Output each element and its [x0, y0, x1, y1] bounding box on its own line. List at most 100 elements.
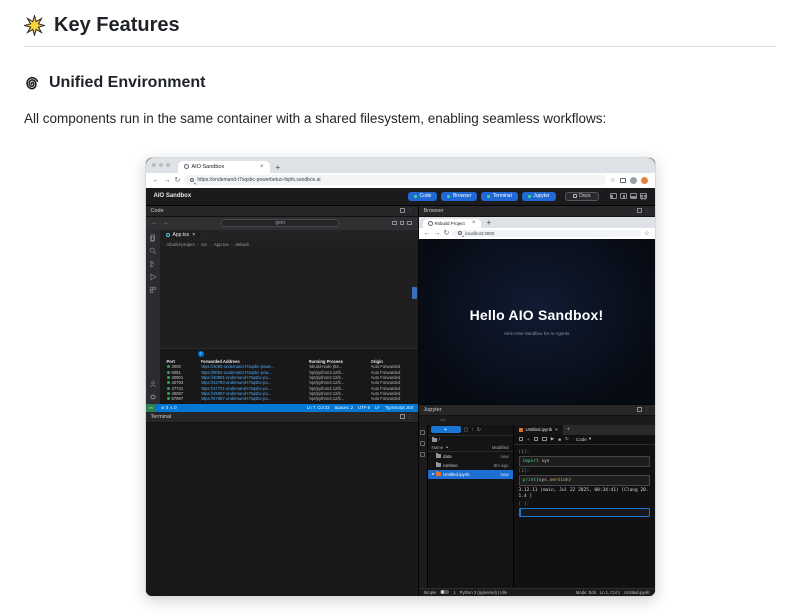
- code-editor[interactable]: [160, 249, 418, 348]
- layout-right-icon[interactable]: [620, 193, 627, 199]
- more-icon[interactable]: ⋮: [408, 208, 413, 214]
- notebook-new-tab-icon[interactable]: +: [563, 425, 575, 435]
- status-item[interactable]: UTF-8: [358, 405, 370, 410]
- status-item[interactable]: Ln 7, Col 23: [307, 405, 330, 410]
- kernel-status[interactable]: Python 3 (ipykernel) | Idle: [460, 590, 507, 595]
- forwarded-address-link[interactable]: https://49087-ondemand-t7sqsbc-po...: [201, 391, 309, 396]
- more-icon[interactable]: ⋮: [645, 407, 650, 413]
- search-icon[interactable]: [149, 247, 157, 255]
- new-tab-button[interactable]: +: [276, 163, 281, 173]
- port-row[interactable]: 3000 https://3000-ondemand-t7sqsbc-powe.…: [167, 364, 411, 369]
- cut-icon[interactable]: [534, 437, 539, 442]
- port-row[interactable]: 49087 https://49087-ondemand-t7sqsbc-po.…: [167, 391, 411, 396]
- source-control-icon[interactable]: [149, 260, 157, 268]
- add-cell-icon[interactable]: +: [527, 437, 530, 442]
- toggle-sidebar-icon[interactable]: [400, 221, 405, 226]
- breadcrumb-item[interactable]: default: [229, 242, 249, 247]
- running-kernels-tab-icon[interactable]: [420, 441, 425, 446]
- app-nav-button[interactable]: Browser: [441, 192, 477, 201]
- notebook-tab-close-icon[interactable]: ×: [555, 427, 558, 432]
- preview-tab-close-icon[interactable]: ×: [472, 220, 476, 226]
- forwarded-address-link[interactable]: https://57987-ondemand-t7sqsbc-po...: [201, 396, 309, 401]
- account-icon[interactable]: [149, 380, 157, 388]
- modified-column-header[interactable]: Modified: [492, 445, 509, 450]
- breadcrumb[interactable]: rsbuild-projectsrcApp.tsxdefault: [160, 241, 418, 249]
- nav-back-icon[interactable]: ←: [152, 220, 158, 226]
- command-center-search[interactable]: gem: [221, 219, 339, 227]
- toggle-layout-icon[interactable]: [407, 221, 412, 226]
- docs-button[interactable]: Docs: [565, 192, 599, 201]
- table-of-contents-tab-icon[interactable]: [420, 452, 425, 457]
- app-nav-button[interactable]: Code: [408, 192, 437, 201]
- app-nav-button[interactable]: Jupyter: [522, 192, 556, 201]
- terminal-output[interactable]: [146, 423, 418, 596]
- restart-kernel-icon[interactable]: ↻: [565, 436, 569, 442]
- save-icon[interactable]: [519, 437, 524, 442]
- port-row[interactable]: 40901 https://40901-ondemand-t7sqsbc-po.…: [167, 375, 411, 380]
- window-controls[interactable]: [152, 158, 170, 173]
- layout-left-icon[interactable]: [610, 193, 617, 199]
- preview-forward-icon[interactable]: →: [434, 230, 441, 237]
- forwarded-address-link[interactable]: https://47721-ondemand-t7sqsbc-po...: [201, 386, 309, 391]
- preview-address-bar[interactable]: localhost:3000: [452, 230, 641, 237]
- cursor-position-status[interactable]: Ln 1, Col 1: [600, 590, 620, 595]
- forward-icon[interactable]: →: [164, 177, 171, 184]
- upload-icon[interactable]: ↑: [471, 427, 474, 433]
- copy-icon[interactable]: [542, 437, 547, 442]
- breadcrumb-item[interactable]: rsbuild-project: [167, 242, 195, 247]
- editor-tab-apptsx[interactable]: App.tsx ×: [160, 230, 203, 241]
- file-row[interactable]: runtime 8m ago: [428, 461, 513, 470]
- address-bar[interactable]: https://ondemand-t7sqsbc-powerbetuo-fspf…: [184, 175, 606, 185]
- problems-status[interactable]: ⊘ 0 ⚠ 0: [161, 405, 176, 410]
- preview-back-icon[interactable]: ←: [424, 230, 431, 237]
- editor-scrollbar-thumb[interactable]: [412, 287, 417, 299]
- active-empty-cell[interactable]: [519, 508, 650, 517]
- notebook-tab[interactable]: Untitled.ipynb ×: [514, 425, 563, 435]
- toggle-panel-icon[interactable]: [392, 221, 397, 226]
- bookmark-star-icon[interactable]: ☆: [610, 177, 615, 184]
- code-cell[interactable]: import sys: [519, 456, 650, 467]
- menu-item[interactable]: [440, 419, 446, 421]
- preview-reload-icon[interactable]: ↻: [444, 230, 450, 237]
- expand-icon[interactable]: [637, 208, 642, 213]
- settings-gear-icon[interactable]: [149, 393, 157, 401]
- forwarded-address-link[interactable]: https://3000-ondemand-t7sqsbc-powe...: [201, 364, 309, 369]
- profile-avatar[interactable]: [630, 177, 637, 184]
- new-folder-icon[interactable]: ▢: [464, 427, 469, 433]
- layout-bottom-icon[interactable]: [630, 193, 637, 199]
- extensions-icon[interactable]: [149, 286, 157, 294]
- preview-bookmark-icon[interactable]: ☆: [644, 230, 649, 237]
- status-item[interactable]: TypeScript JSX: [385, 405, 414, 410]
- breadcrumb-item[interactable]: App.tsx: [207, 242, 229, 247]
- browser-tab[interactable]: AIO Sandbox ×: [178, 161, 270, 173]
- cell-type-dropdown[interactable]: Code ▾: [576, 436, 591, 442]
- preview-new-tab-button[interactable]: +: [487, 218, 492, 228]
- expand-icon[interactable]: [400, 414, 405, 419]
- nav-forward-icon[interactable]: →: [163, 220, 169, 226]
- layout-grid-icon[interactable]: [640, 193, 647, 199]
- explorer-icon[interactable]: [149, 234, 157, 242]
- more-icon[interactable]: ⋮: [645, 208, 650, 214]
- port-row[interactable]: 47721 https://47721-ondemand-t7sqsbc-po.…: [167, 386, 411, 391]
- run-cell-icon[interactable]: ▶: [551, 436, 555, 442]
- name-column-header[interactable]: Name: [432, 445, 444, 450]
- expand-icon[interactable]: [400, 208, 405, 213]
- forwarded-address-link[interactable]: https://8091-ondemand-t7sqsbc-pow...: [201, 370, 309, 375]
- simple-mode-toggle[interactable]: [440, 590, 449, 595]
- preview-tab[interactable]: Rsbuild Project ×: [423, 219, 481, 228]
- new-launcher-button[interactable]: +: [431, 426, 461, 433]
- side-panel-icon[interactable]: [620, 178, 626, 183]
- port-row[interactable]: 57987 https://57987-ondemand-t7sqsbc-po.…: [167, 396, 411, 401]
- app-nav-button[interactable]: Terminal: [481, 192, 517, 201]
- run-debug-icon[interactable]: [149, 273, 157, 281]
- tab-close-icon[interactable]: ×: [192, 232, 195, 238]
- status-item[interactable]: LF: [375, 405, 380, 410]
- file-row[interactable]: data now: [428, 452, 513, 461]
- remote-indicator[interactable]: ><: [146, 404, 157, 412]
- file-browser-tab-icon[interactable]: [420, 430, 425, 435]
- profile-avatar-alt[interactable]: [641, 177, 648, 184]
- tab-close-icon[interactable]: ×: [260, 164, 264, 170]
- refresh-icon[interactable]: ↻: [477, 427, 481, 433]
- breadcrumb-item[interactable]: src: [195, 242, 208, 247]
- code-cell[interactable]: print(sys.version): [519, 475, 650, 486]
